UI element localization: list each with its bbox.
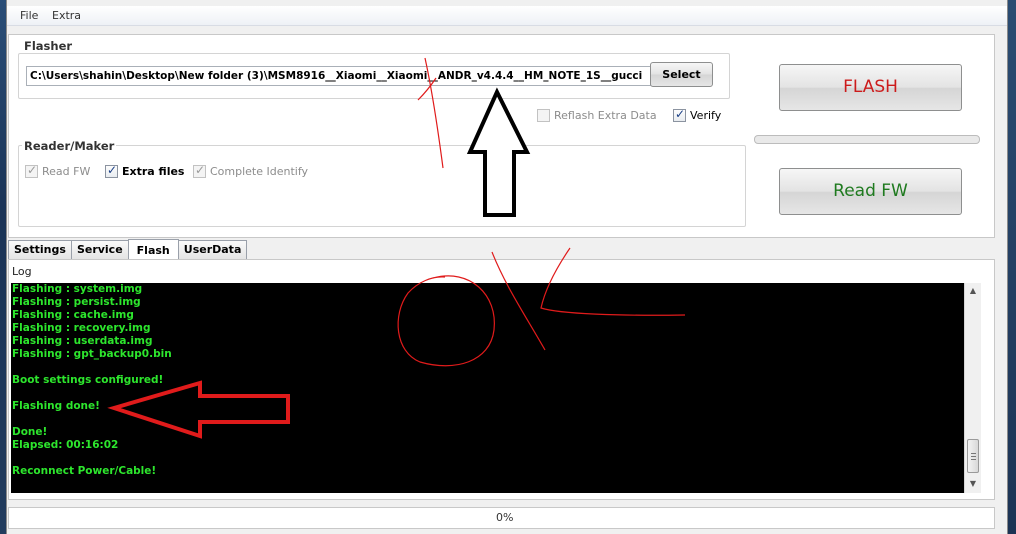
log-line: Flashing : recovery.img [12, 322, 151, 334]
scroll-thumb[interactable] [967, 439, 979, 473]
reader-maker-group [18, 145, 746, 227]
verify-box [673, 107, 686, 122]
log-line: Boot settings configured! [12, 374, 164, 386]
reader-maker-title: Reader/Maker [22, 139, 117, 153]
log-line: Flashing : userdata.img [12, 335, 153, 347]
flash-button[interactable]: FLASH [779, 64, 962, 111]
extra-files-checkbox[interactable]: Extra files [105, 163, 185, 178]
log-line: Elapsed: 00:16:02 [12, 439, 119, 451]
complete-identify-checkbox[interactable]: Complete Identify [193, 163, 309, 178]
desktop-edge-right [1008, 0, 1016, 534]
log-line: Flashing : system.img [12, 283, 143, 295]
verify-label: Verify [690, 109, 722, 122]
reflash-extra-data-label: Reflash Extra Data [554, 109, 657, 122]
flasher-title: Flasher [22, 39, 75, 53]
log-line: Flashing done! [12, 400, 100, 412]
log-line: Flashing : persist.img [12, 296, 141, 308]
scroll-down-arrow-icon[interactable]: ▼ [965, 476, 981, 492]
scroll-up-arrow-icon[interactable]: ▲ [965, 283, 981, 299]
tab-service[interactable]: Service [70, 240, 129, 259]
tab-userdata[interactable]: UserData [177, 240, 248, 259]
menu-file[interactable]: File [20, 9, 38, 22]
reflash-extra-data-box [537, 109, 550, 122]
verify-checkbox[interactable]: Verify [673, 107, 722, 122]
select-button[interactable]: Select [650, 62, 713, 87]
tab-flash[interactable]: Flash [127, 239, 179, 260]
extra-files-label: Extra files [122, 165, 185, 178]
operation-progress-bar [754, 135, 980, 144]
read-fw-button[interactable]: Read FW [779, 168, 962, 215]
log-line: Reconnect Power/Cable! [12, 465, 157, 477]
log-title: Log [12, 265, 32, 278]
read-fw-checkbox[interactable]: Read FW [25, 163, 91, 178]
progress-percent: 0% [496, 511, 514, 524]
complete-identify-box [193, 163, 206, 178]
log-output[interactable]: Flashing : system.img Flashing : persist… [11, 283, 964, 493]
log-scrollbar[interactable]: ▲ ▼ [964, 283, 981, 493]
read-fw-label: Read FW [42, 165, 91, 178]
firmware-path-input[interactable] [26, 66, 651, 86]
read-fw-box [25, 163, 38, 178]
menu-bar: File Extra [7, 6, 1007, 26]
reflash-extra-data-checkbox[interactable]: Reflash Extra Data [537, 109, 657, 122]
complete-identify-label: Complete Identify [210, 165, 309, 178]
log-line: Flashing : cache.img [12, 309, 134, 321]
log-line: Flashing : gpt_backup0.bin [12, 348, 172, 360]
extra-files-box [105, 163, 118, 178]
tab-settings[interactable]: Settings [8, 240, 72, 259]
tab-bar: Settings Service Flash UserData [8, 239, 248, 260]
log-line: Done! [12, 426, 48, 438]
menu-extra[interactable]: Extra [52, 9, 81, 22]
